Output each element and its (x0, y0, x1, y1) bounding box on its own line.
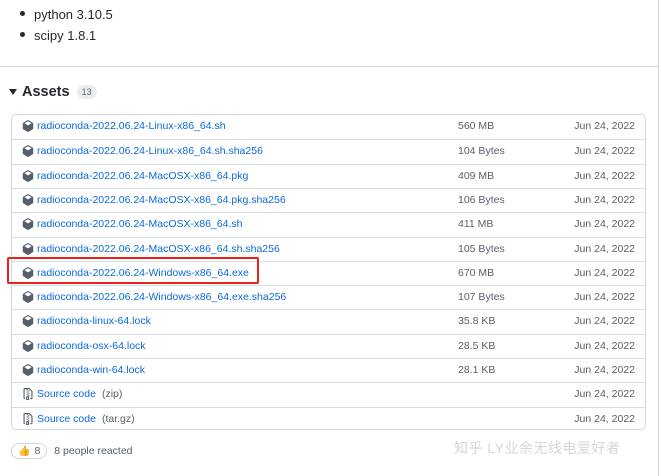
asset-row: radioconda-2022.06.24-Linux-x86_64.sh.sh… (12, 139, 645, 163)
asset-size: 106 Bytes (458, 193, 505, 206)
reaction-button[interactable]: 👍 8 (11, 443, 48, 459)
asset-link[interactable]: radioconda-linux-64.lock (37, 315, 151, 327)
assets-title: Assets (22, 84, 70, 100)
asset-row: radioconda-2022.06.24-Linux-x86_64.sh 560… (12, 115, 645, 139)
asset-link[interactable]: radioconda-2022.06.24-MacOSX-x86_64.pkg.… (37, 194, 286, 206)
asset-row: radioconda-osx-64.lock 28.5 KB Jun 24, 202… (12, 333, 645, 358)
watermark: 知乎 LY业余无线电爱好者 (454, 440, 621, 456)
highlight-box (7, 257, 259, 284)
asset-date: Jun 24, 2022 (574, 412, 635, 425)
asset-date: Jun 24, 2022 (574, 193, 635, 206)
package-icon (22, 218, 34, 231)
package-icon (22, 339, 34, 352)
asset-name: radioconda-2022.06.24-Linux-x86_64.sh.sh… (37, 145, 263, 158)
asset-link[interactable]: radioconda-osx-64.lock (37, 340, 146, 352)
section-divider (0, 66, 658, 67)
file-zip-icon (22, 388, 34, 401)
asset-name: radioconda-2022.06.24-MacOSX-x86_64.sh (37, 218, 243, 231)
asset-row: radioconda-2022.06.24-Windows-x86_64.exe… (12, 285, 645, 309)
asset-name: Source code (37, 388, 96, 401)
asset-size: 107 Bytes (458, 291, 505, 304)
asset-row: radioconda-2022.06.24-MacOSX-x86_64.pkg.… (12, 187, 645, 212)
asset-row: radioconda-2022.06.24-MacOSX-x86_64.sh 41… (12, 212, 645, 236)
asset-size: 105 Bytes (458, 242, 505, 255)
package-icon (22, 194, 34, 206)
asset-date: Jun 24, 2022 (574, 218, 635, 231)
asset-row: radioconda-2022.06.24-MacOSX-x86_64.pkg 4… (12, 163, 645, 188)
package-icon (22, 315, 34, 328)
file-zip-icon (22, 412, 34, 425)
asset-date: Jun 24, 2022 (574, 120, 635, 132)
asset-date: Jun 24, 2022 (574, 291, 635, 304)
reactions-bar: 👍 8 8 people reacted (11, 443, 133, 459)
package-icon (22, 169, 34, 182)
asset-size: 35.8 KB (458, 315, 496, 328)
thumbs-up-icon: 👍 (18, 445, 31, 457)
asset-name: radioconda-2022.06.24-Windows-x86_64.exe… (37, 291, 287, 304)
asset-size: 28.1 KB (458, 364, 496, 376)
bullet-icon (20, 32, 25, 38)
dependency-label: python 3.10.5 (34, 7, 113, 22)
asset-size: 409 MB (458, 169, 495, 182)
reaction-summary: 8 people reacted (54, 445, 133, 457)
asset-link[interactable]: radioconda-2022.06.24-Linux-x86_64.sh.sh… (37, 145, 263, 157)
asset-name: radioconda-2022.06.24-Linux-x86_64.sh (37, 120, 226, 132)
asset-size: 411 MB (458, 218, 494, 231)
asset-link[interactable]: Source code (tar.gz) (37, 413, 135, 425)
bullet-icon (20, 11, 25, 17)
assets-toggle[interactable]: Assets 13 (9, 83, 97, 101)
asset-link[interactable]: Source code (zip) (37, 388, 122, 400)
asset-size: 560 MB (458, 120, 495, 132)
reaction-count: 8 (34, 445, 41, 457)
assets-count-badge: 13 (76, 85, 97, 99)
asset-date: Jun 24, 2022 (574, 145, 635, 158)
asset-date: Jun 24, 2022 (574, 169, 635, 182)
asset-name: radioconda-linux-64.lock (37, 315, 151, 328)
dependency-item: python 3.10.5 (20, 7, 113, 22)
asset-format: (zip) (101, 388, 123, 401)
package-icon (22, 120, 34, 132)
asset-link[interactable]: radioconda-win-64.lock (37, 364, 145, 376)
asset-format: (tar.gz) (101, 412, 135, 425)
asset-link[interactable]: radioconda-2022.06.24-MacOSX-x86_64.pkg (37, 170, 248, 182)
asset-date: Jun 24, 2022 (574, 388, 635, 401)
asset-name: radioconda-osx-64.lock (37, 339, 146, 352)
asset-size: 670 MB (458, 266, 495, 279)
asset-row: Source code (zip) Jun 24, 2022 (12, 382, 645, 406)
asset-name: radioconda-2022.06.24-MacOSX-x86_64.sh.s… (37, 242, 280, 255)
package-icon (22, 291, 34, 303)
asset-name: Source code (37, 412, 96, 425)
asset-date: Jun 24, 2022 (574, 364, 635, 376)
asset-name: radioconda-win-64.lock (37, 364, 145, 376)
triangle-down-icon (9, 89, 17, 95)
asset-link[interactable]: radioconda-2022.06.24-Windows-x86_64.exe… (37, 291, 286, 303)
release-card: python 3.10.5 scipy 1.8.1 Assets 13 radi… (0, 0, 659, 476)
asset-date: Jun 24, 2022 (574, 242, 635, 255)
asset-date: Jun 24, 2022 (574, 339, 635, 352)
asset-date: Jun 24, 2022 (574, 266, 635, 279)
asset-size: 28.5 KB (458, 339, 496, 352)
package-icon (22, 364, 34, 376)
asset-size: 104 Bytes (458, 145, 505, 158)
asset-row: radioconda-win-64.lock 28.1 KB Jun 24, 202… (12, 358, 645, 382)
asset-date: Jun 24, 2022 (574, 315, 635, 328)
dependency-item: scipy 1.8.1 (20, 28, 96, 43)
asset-name: radioconda-2022.06.24-MacOSX-x86_64.pkg (37, 169, 249, 182)
asset-row: radioconda-linux-64.lock 35.8 KB Jun 24, 2… (12, 309, 645, 333)
dependency-label: scipy 1.8.1 (34, 28, 97, 43)
asset-row: Source code (tar.gz) Jun 24, 2022 (12, 406, 645, 429)
asset-link[interactable]: radioconda-2022.06.24-MacOSX-x86_64.sh (37, 218, 242, 230)
asset-name: radioconda-2022.06.24-MacOSX-x86_64.pkg.… (37, 193, 286, 206)
asset-link[interactable]: radioconda-2022.06.24-MacOSX-x86_64.sh.s… (37, 243, 280, 255)
asset-link[interactable]: radioconda-2022.06.24-Linux-x86_64.sh (37, 120, 226, 132)
package-icon (22, 145, 34, 158)
package-icon (22, 242, 34, 255)
